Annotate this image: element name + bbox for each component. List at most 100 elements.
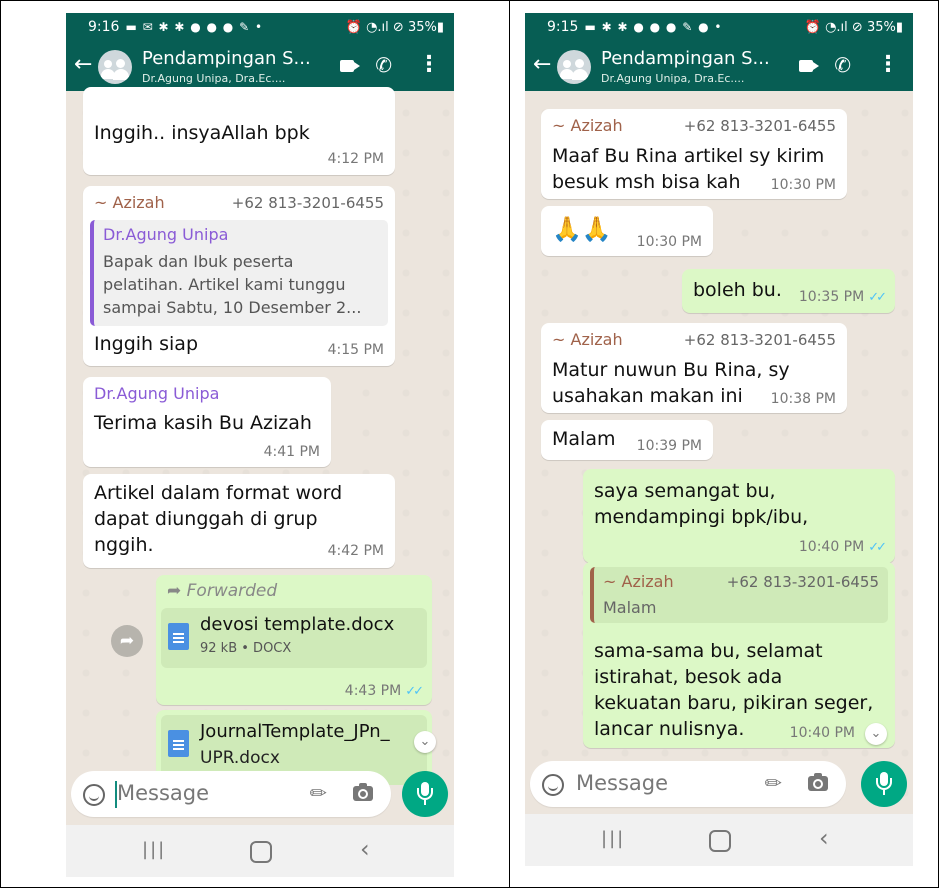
message-bubble[interactable]: Inggih.. insyaAllah bpk 4:12 PM — [83, 87, 395, 175]
chat-header: ← Pendampingan S... Dr.Agung Unipa, Dra.… — [66, 41, 454, 91]
message-bubble[interactable]: boleh bu. 10:35 PM ✓✓ — [682, 269, 895, 313]
chat-participants[interactable]: Dr.Agung Unipa, Dra.Ec.... — [601, 72, 744, 85]
sender-name: ~ Azizah — [552, 116, 623, 135]
emoji-text: 🙏🙏 — [552, 215, 612, 243]
sender-phone: +62 813-3201-6455 — [683, 331, 836, 349]
arrow-left-icon[interactable]: ← — [533, 52, 551, 78]
file-attachment[interactable]: devosi template.docx 92 kB • DOCX — [161, 608, 427, 668]
emoji-icon[interactable] — [83, 784, 105, 806]
system-status-icons: ⏰ ◔.ıl ⊘ 35%▮ — [804, 19, 903, 35]
quote-text: Malam — [603, 598, 657, 617]
status-bar: 9:15 ▬ ✱ ✱ ● ● ● ✎ ● • ⏰ ◔.ıl ⊘ 35%▮ — [525, 13, 913, 41]
camera-icon[interactable] — [808, 773, 828, 791]
message-time: 10:30 PM — [636, 234, 702, 250]
message-time: 10:40 PM — [789, 725, 855, 741]
message-bubble-reply[interactable]: ~ Azizah +62 813-3201-6455 Malam sama-sa… — [583, 562, 895, 748]
message-bubble[interactable]: ~ Azizah +62 813-3201-6455 Maaf Bu Rina … — [541, 109, 847, 199]
arrow-left-icon[interactable]: ← — [74, 52, 92, 78]
more-vert-icon[interactable]: ⋮ — [877, 52, 899, 77]
nav-back-icon[interactable]: ‹ — [360, 835, 370, 863]
paperclip-icon[interactable]: ✎ — [304, 779, 333, 808]
forwarded-label: ➦ Forwarded — [167, 581, 278, 601]
message-time: 10:40 PM ✓✓ — [799, 539, 887, 555]
system-status-icons: ⏰ ◔.ıl ⊘ 35%▮ — [345, 19, 444, 35]
message-time-text: 4:43 PM — [344, 683, 402, 699]
phone-screenshot-left: 9:16 ▬ ✉ ✱ ✱ ● ● ● ✎ • ⏰ ◔.ıl ⊘ 35%▮ ← P… — [66, 13, 454, 877]
message-time: 4:42 PM — [327, 543, 384, 559]
message-text: Inggih siap — [94, 333, 199, 355]
chat-title[interactable]: Pendampingan S... — [601, 48, 770, 69]
quoted-message[interactable]: ~ Azizah +62 813-3201-6455 Malam — [590, 567, 888, 623]
quote-author: Dr.Agung Unipa — [103, 225, 229, 244]
read-ticks-icon: ✓✓ — [868, 290, 887, 305]
message-input[interactable]: Message — [117, 781, 209, 805]
group-avatar[interactable] — [98, 50, 132, 84]
file-name: JournalTemplate_JPn_ — [200, 721, 390, 742]
message-input-bar[interactable]: Message ✎ — [71, 771, 391, 817]
recent-apps-icon[interactable]: ||| — [601, 828, 625, 849]
message-bubble[interactable]: ~ Azizah +62 813-3201-6455 Matur nuwun B… — [541, 323, 847, 413]
video-call-icon[interactable] — [340, 60, 360, 72]
file-meta: 92 kB • DOCX — [200, 641, 292, 656]
message-time: 10:30 PM — [770, 177, 836, 193]
quoted-message[interactable]: Dr.Agung Unipa Bapak dan Ibuk peserta pe… — [90, 220, 388, 326]
message-bubble[interactable]: saya semangat bu, mendampingi bpk/ibu, 1… — [583, 469, 895, 563]
message-bubble[interactable]: ~ Azizah +62 813-3201-6455 Dr.Agung Unip… — [83, 186, 395, 366]
phone-icon[interactable]: ✆ — [375, 53, 392, 77]
android-nav-bar: ||| ‹ — [66, 825, 454, 877]
message-bubble-file[interactable]: JournalTemplate_JPn_ UPR.docx — [156, 710, 432, 785]
document-icon — [168, 730, 189, 757]
video-call-icon[interactable] — [799, 60, 819, 72]
home-icon[interactable] — [709, 830, 731, 852]
message-text: Inggih.. insyaAllah bpk — [94, 122, 310, 144]
file-name: devosi template.docx — [200, 614, 395, 635]
message-text: dapat diunggah di grup — [94, 508, 318, 530]
message-text: Terima kasih Bu Azizah — [94, 412, 312, 434]
recent-apps-icon[interactable]: ||| — [142, 839, 166, 860]
message-time-text: 10:35 PM — [798, 289, 865, 305]
chevron-down-icon[interactable]: ⌄ — [865, 723, 887, 745]
message-text: nggih. — [94, 534, 154, 556]
message-input[interactable]: Message — [576, 771, 668, 795]
chat-header: ← Pendampingan S... Dr.Agung Unipa, Dra.… — [525, 41, 913, 91]
emoji-icon[interactable] — [542, 774, 564, 796]
sender-name: ~ Azizah — [94, 193, 165, 212]
phone-icon[interactable]: ✆ — [834, 53, 851, 77]
message-bubble[interactable]: 🙏🙏 10:30 PM — [541, 206, 713, 256]
nav-back-icon[interactable]: ‹ — [819, 824, 829, 852]
more-vert-icon[interactable]: ⋮ — [418, 52, 440, 77]
read-ticks-icon: ✓✓ — [405, 684, 424, 699]
message-bubble[interactable]: Artikel dalam format word dapat diunggah… — [83, 474, 395, 568]
quote-text: pelatihan. Artikel kami tunggu — [103, 275, 346, 294]
sender-name: Dr.Agung Unipa — [94, 384, 220, 403]
message-text: mendampingi bpk/ibu, — [594, 506, 809, 528]
quote-phone: +62 813-3201-6455 — [726, 573, 879, 591]
message-text: saya semangat bu, — [594, 480, 776, 502]
message-input-bar[interactable]: Message ✎ — [530, 761, 846, 807]
message-bubble[interactable]: Malam 10:39 PM — [541, 420, 713, 460]
chat-participants[interactable]: Dr.Agung Unipa, Dra.Ec.... — [142, 72, 285, 85]
android-nav-bar: ||| ‹ — [525, 814, 913, 866]
mic-button[interactable] — [402, 771, 448, 817]
chat-title[interactable]: Pendampingan S... — [142, 48, 311, 69]
notification-icons: ▬ ✉ ✱ ✱ ● ● ● ✎ • — [125, 20, 264, 34]
sender-phone: +62 813-3201-6455 — [683, 117, 836, 135]
message-bubble-file[interactable]: ➦ Forwarded devosi template.docx 92 kB •… — [156, 575, 432, 705]
message-text: kekuatan baru, pikiran seger, — [594, 692, 874, 714]
message-time: 10:35 PM ✓✓ — [798, 289, 887, 305]
quote-text: sampai Sabtu, 10 Desember 2... — [103, 298, 362, 317]
camera-icon[interactable] — [353, 783, 373, 801]
home-icon[interactable] — [250, 841, 272, 863]
message-text: boleh bu. — [693, 279, 782, 301]
forward-icon[interactable]: ➦ — [111, 625, 143, 657]
message-text: usahakan makan ini — [552, 385, 743, 407]
quote-text: Bapak dan Ibuk peserta — [103, 252, 294, 271]
paperclip-icon[interactable]: ✎ — [759, 769, 788, 798]
file-name-cont: UPR.docx — [200, 748, 280, 768]
forwarded-text: Forwarded — [186, 581, 278, 601]
message-bubble[interactable]: Dr.Agung Unipa Terima kasih Bu Azizah 4:… — [83, 377, 331, 467]
chevron-down-icon[interactable]: ⌄ — [414, 731, 436, 753]
read-ticks-icon: ✓✓ — [868, 540, 887, 555]
group-avatar[interactable] — [557, 50, 591, 84]
mic-button[interactable] — [861, 761, 907, 807]
